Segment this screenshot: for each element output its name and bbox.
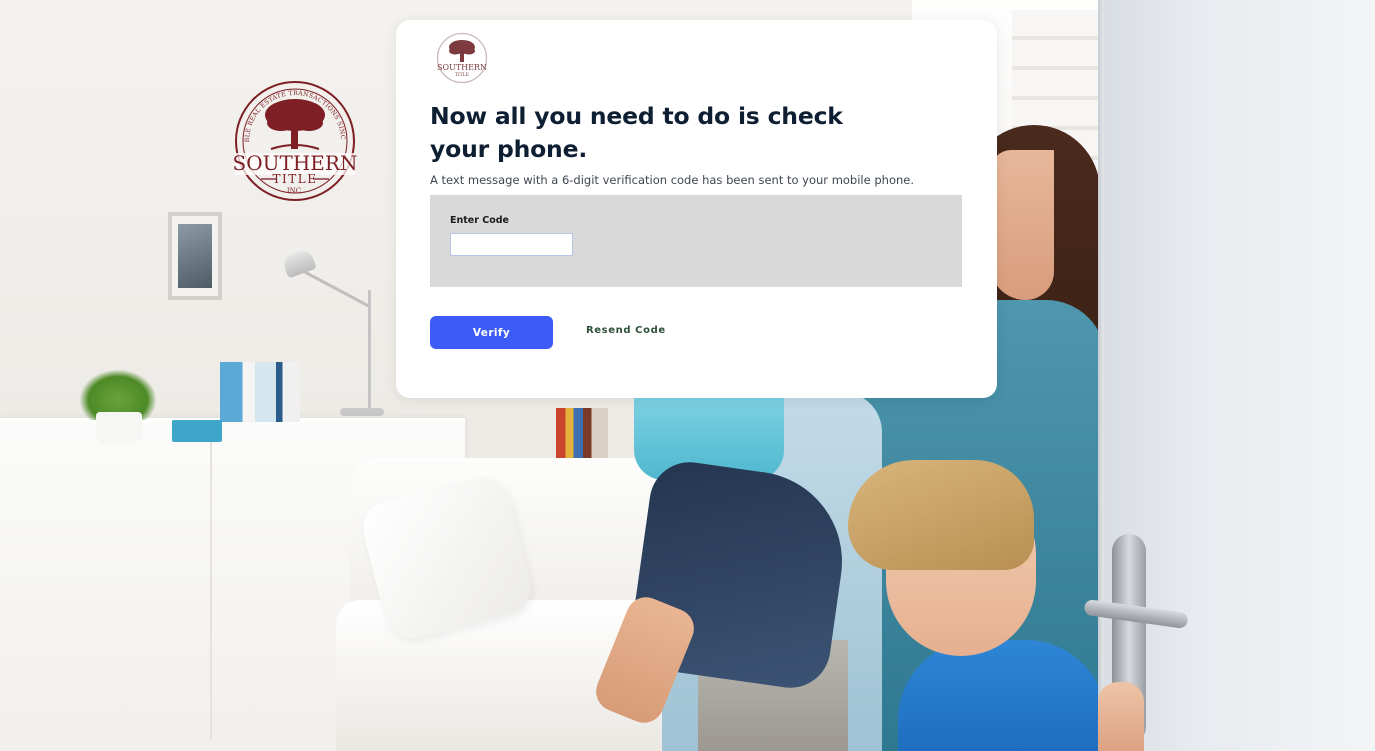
card-logo-southern-text: SOUTHERN: [437, 63, 487, 72]
background-plant-pot: [96, 412, 142, 444]
page-title: Now all you need to do is check your pho…: [430, 102, 843, 163]
background-boy-hair: [848, 460, 1034, 570]
background-blue-box: [172, 420, 222, 442]
code-label: Enter Code: [450, 215, 509, 226]
card-logo-icon: SOUTHERN TITLE: [436, 32, 488, 84]
background-lamp-base: [340, 408, 384, 416]
background-lamp-arm: [299, 268, 372, 309]
southern-title-logo: RELIABLE REAL ESTATE TRANSACTIONS SINCE …: [233, 79, 357, 201]
background-boy-shirt: [898, 640, 1106, 751]
background-picture-frame: [168, 212, 222, 300]
resend-code-link[interactable]: Resend Code: [586, 325, 666, 336]
verify-button[interactable]: Verify: [430, 316, 553, 349]
background-lamp-pole: [368, 290, 371, 415]
background-cabinet-door-line: [210, 440, 212, 740]
card-logo-title-text: TITLE: [455, 72, 469, 78]
verification-code-input[interactable]: [450, 233, 573, 256]
login-page: RELIABLE REAL ESTATE TRANSACTIONS SINCE …: [0, 0, 1375, 751]
page-subtitle: A text message with a 6-digit verificati…: [430, 173, 914, 187]
logo-title-text: TITLE: [273, 172, 318, 186]
background-books: [220, 362, 300, 422]
background-shelf-books: [556, 408, 608, 460]
background-woman-face: [990, 150, 1054, 300]
verification-card: SOUTHERN TITLE Now all you need to do is…: [396, 20, 997, 398]
code-entry-panel: Enter Code: [430, 195, 962, 287]
logo-inc-text: INC.: [287, 187, 303, 195]
background-boy-hand: [1098, 682, 1144, 751]
